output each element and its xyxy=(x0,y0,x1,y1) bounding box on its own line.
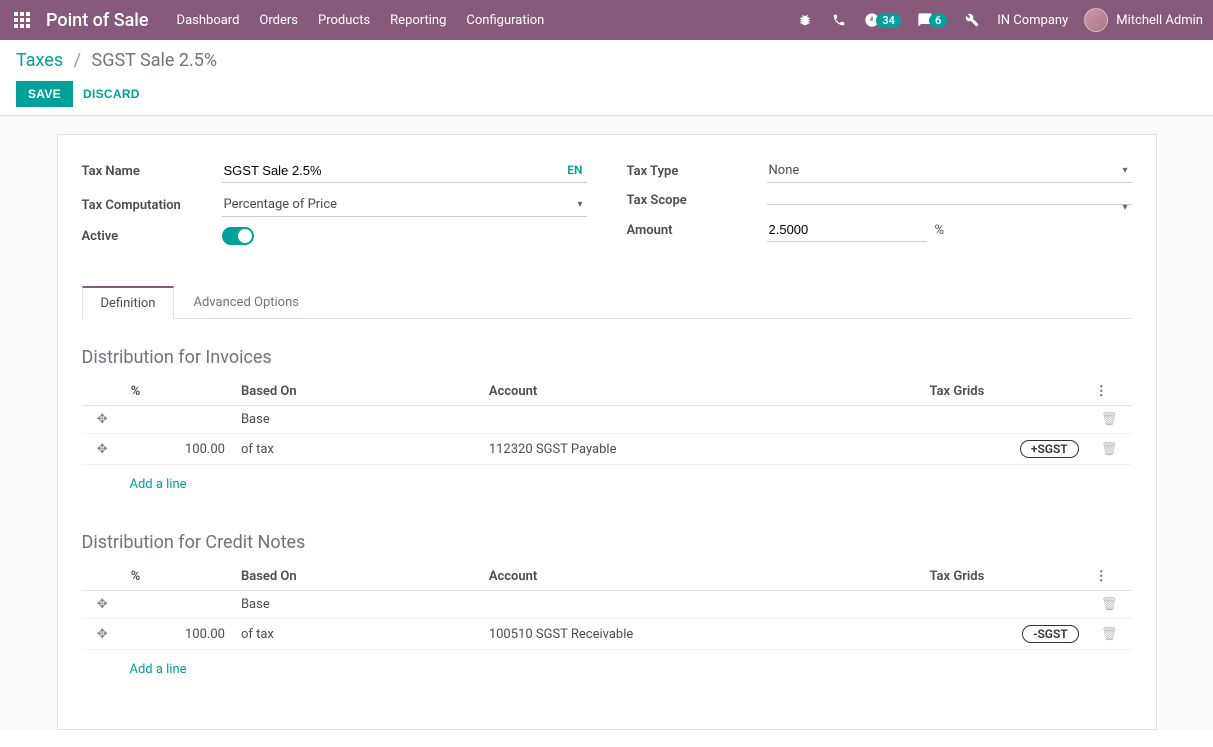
navbar-right: 34 6 IN Company Mitchell Admin xyxy=(796,8,1203,32)
cell-pct[interactable] xyxy=(123,406,233,434)
col-tax-grids: Tax Grids xyxy=(921,378,1086,406)
activity-button[interactable]: 34 xyxy=(864,12,901,28)
cell-based-on[interactable]: Base xyxy=(233,591,481,619)
cell-account[interactable] xyxy=(481,591,922,619)
menu-products[interactable]: Products xyxy=(318,13,370,28)
avatar xyxy=(1084,8,1108,32)
cell-based-on[interactable]: of tax xyxy=(233,434,481,465)
table-row[interactable]: ✥ 100.00 of tax 100510 SGST Receivable -… xyxy=(82,619,1132,650)
app-brand[interactable]: Point of Sale xyxy=(46,10,149,31)
cell-pct[interactable]: 100.00 xyxy=(123,619,233,650)
form-sheet: Tax Name EN Tax Computation Percentage o… xyxy=(57,134,1157,730)
tax-type-select[interactable]: None ▾ xyxy=(767,159,1132,183)
cell-account[interactable]: 100510 SGST Receivable xyxy=(481,619,922,650)
drag-handle-icon[interactable]: ✥ xyxy=(82,619,123,650)
tax-name-label: Tax Name xyxy=(82,164,222,179)
delete-row-icon[interactable]: 🗑 xyxy=(1101,597,1118,612)
tab-advanced-options[interactable]: Advanced Options xyxy=(174,286,317,319)
active-label: Active xyxy=(82,229,222,244)
delete-row-icon[interactable]: 🗑 xyxy=(1101,627,1118,642)
apps-menu-button[interactable] xyxy=(10,8,34,32)
control-panel: Taxes / SGST Sale 2.5% SAVE DISCARD xyxy=(0,40,1213,116)
cell-tax-grids[interactable]: -SGST xyxy=(921,619,1086,650)
menu-dashboard[interactable]: Dashboard xyxy=(177,13,240,28)
add-line-link[interactable]: Add a line xyxy=(90,471,195,498)
tax-grid-tag[interactable]: -SGST xyxy=(1022,625,1079,643)
col-pct: % xyxy=(123,563,233,591)
menu-reporting[interactable]: Reporting xyxy=(390,13,446,28)
credit-notes-table: % Based On Account Tax Grids ⋮ ✥ Base 🗑 xyxy=(82,563,1132,689)
table-row[interactable]: ✥ Base 🗑 xyxy=(82,406,1132,434)
invoices-section-title: Distribution for Invoices xyxy=(82,347,1132,368)
chevron-down-icon: ▾ xyxy=(577,199,582,210)
table-row[interactable]: ✥ Base 🗑 xyxy=(82,591,1132,619)
col-tax-grids: Tax Grids xyxy=(921,563,1086,591)
cell-tax-grids[interactable] xyxy=(921,591,1086,619)
sheet-background: Tax Name EN Tax Computation Percentage o… xyxy=(0,116,1213,730)
col-based-on: Based On xyxy=(233,378,481,406)
breadcrumb-sep: / xyxy=(74,50,81,71)
tax-computation-label: Tax Computation xyxy=(82,198,222,213)
column-options-icon[interactable]: ⋮ xyxy=(1095,384,1108,399)
col-based-on: Based On xyxy=(233,563,481,591)
cell-based-on[interactable]: of tax xyxy=(233,619,481,650)
table-row[interactable]: ✥ 100.00 of tax 112320 SGST Payable +SGS… xyxy=(82,434,1132,465)
cell-tax-grids[interactable] xyxy=(921,406,1086,434)
column-options-icon[interactable]: ⋮ xyxy=(1095,569,1108,584)
activity-badge: 34 xyxy=(876,13,901,28)
breadcrumb-current: SGST Sale 2.5% xyxy=(92,50,218,71)
amount-input[interactable] xyxy=(767,218,927,242)
debug-icon[interactable] xyxy=(796,11,814,29)
cell-pct[interactable]: 100.00 xyxy=(123,434,233,465)
chevron-down-icon: ▾ xyxy=(1122,202,1127,213)
breadcrumb-root[interactable]: Taxes xyxy=(16,50,63,71)
discuss-badge: 6 xyxy=(929,13,947,28)
discard-button[interactable]: DISCARD xyxy=(83,87,140,101)
discuss-button[interactable]: 6 xyxy=(917,12,947,28)
amount-label: Amount xyxy=(627,223,767,238)
tax-type-label: Tax Type xyxy=(627,164,767,179)
cell-tax-grids[interactable]: +SGST xyxy=(921,434,1086,465)
tax-scope-select[interactable]: ▾ xyxy=(767,196,1132,205)
tax-computation-select[interactable]: Percentage of Price ▾ xyxy=(222,193,587,217)
breadcrumb: Taxes / SGST Sale 2.5% xyxy=(16,50,1197,71)
menu-orders[interactable]: Orders xyxy=(259,13,298,28)
user-menu[interactable]: Mitchell Admin xyxy=(1084,8,1203,32)
col-account: Account xyxy=(481,563,922,591)
delete-row-icon[interactable]: 🗑 xyxy=(1101,412,1118,427)
tax-computation-value: Percentage of Price xyxy=(224,197,338,212)
tax-scope-label: Tax Scope xyxy=(627,193,767,208)
tab-bar: Definition Advanced Options xyxy=(82,285,1132,319)
cell-account[interactable]: 112320 SGST Payable xyxy=(481,434,922,465)
save-button[interactable]: SAVE xyxy=(16,81,73,107)
delete-row-icon[interactable]: 🗑 xyxy=(1101,442,1118,457)
tax-type-value: None xyxy=(769,163,800,178)
main-menu: Dashboard Orders Products Reporting Conf… xyxy=(177,13,797,28)
menu-configuration[interactable]: Configuration xyxy=(466,13,544,28)
company-switcher[interactable]: IN Company xyxy=(997,13,1068,28)
active-toggle[interactable] xyxy=(222,227,254,245)
invoices-table: % Based On Account Tax Grids ⋮ ✥ Base 🗑 xyxy=(82,378,1132,504)
apps-icon xyxy=(14,12,30,28)
cell-pct[interactable] xyxy=(123,591,233,619)
drag-handle-icon[interactable]: ✥ xyxy=(82,434,123,465)
amount-suffix: % xyxy=(935,223,945,238)
cell-based-on[interactable]: Base xyxy=(233,406,481,434)
translate-button[interactable]: EN xyxy=(567,163,582,177)
phone-icon[interactable] xyxy=(830,11,848,29)
tax-name-input[interactable] xyxy=(222,159,587,183)
drag-handle-icon[interactable]: ✥ xyxy=(82,591,123,619)
tab-definition[interactable]: Definition xyxy=(82,286,175,319)
chevron-down-icon: ▾ xyxy=(1122,165,1127,176)
tools-icon[interactable] xyxy=(963,11,981,29)
top-navbar: Point of Sale Dashboard Orders Products … xyxy=(0,0,1213,40)
col-pct: % xyxy=(123,378,233,406)
cell-account[interactable] xyxy=(481,406,922,434)
tax-grid-tag[interactable]: +SGST xyxy=(1020,440,1079,458)
drag-handle-icon[interactable]: ✥ xyxy=(82,406,123,434)
add-line-link[interactable]: Add a line xyxy=(90,656,195,683)
credit-notes-section-title: Distribution for Credit Notes xyxy=(82,532,1132,553)
col-account: Account xyxy=(481,378,922,406)
user-name: Mitchell Admin xyxy=(1116,13,1203,28)
